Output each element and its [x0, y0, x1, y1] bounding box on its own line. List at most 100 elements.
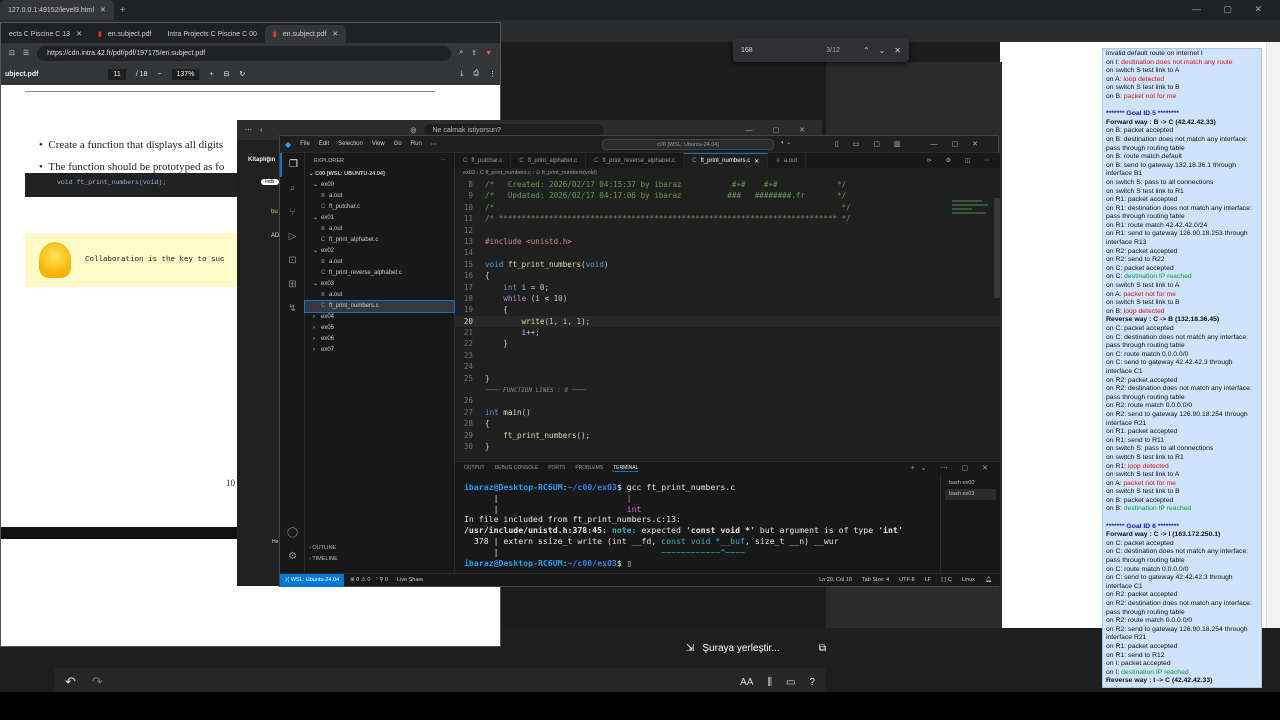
window-controls[interactable]: — ▢ ✕: [746, 126, 814, 134]
tree-folder[interactable]: › ex05: [305, 323, 454, 334]
close-icon[interactable]: ✕: [76, 30, 82, 38]
undo-icon[interactable]: ↶: [65, 674, 76, 690]
editor-tab[interactable]: Cft_print_reverse_alphabet.c: [586, 153, 685, 168]
new-tab-icon[interactable]: +: [120, 5, 126, 16]
outline-section[interactable]: › OUTLINE: [305, 543, 455, 554]
zoom-icon[interactable]: ⌕: [459, 49, 463, 57]
copy-icon[interactable]: ⧉: [819, 643, 826, 654]
editor-tab[interactable]: ≡ a.out: [768, 153, 807, 168]
editor-tab[interactable]: Cft_putchar.c: [455, 153, 512, 168]
url-field[interactable]: https://cdn.intra.42.fr/pdf/pdf/197175/e…: [37, 45, 452, 61]
encoding[interactable]: UTF-8: [899, 577, 915, 583]
tab-size[interactable]: Tab Size: 4: [862, 577, 889, 583]
tab-level9[interactable]: 127.0.0.1:49152/level9.html ✕: [0, 0, 114, 20]
share-icon[interactable]: ⇪: [471, 49, 477, 57]
tab-intra-projects[interactable]: Intra Projects C Piscine C 00: [159, 25, 264, 43]
zoom-level[interactable]: 137%: [171, 68, 200, 80]
language-mode[interactable]: { } C: [941, 577, 952, 583]
gear-icon[interactable]: ⚙: [280, 545, 305, 569]
remote-indicator[interactable]: ⟩⟨ WSL: Ubuntu-24.04: [280, 573, 345, 587]
close-icon[interactable]: ✕: [100, 6, 106, 14]
tab-ports[interactable]: PORTS: [548, 465, 565, 471]
zoom-in-icon[interactable]: +: [209, 71, 213, 78]
extensions-icon[interactable]: ⊞: [280, 273, 305, 297]
menu-icon[interactable]: ⋯: [245, 126, 252, 134]
find-query[interactable]: 168: [741, 47, 753, 54]
tree-file[interactable]: ≡ a.out: [305, 224, 454, 235]
menu-file[interactable]: File: [300, 141, 310, 147]
search-icon[interactable]: ⌕: [280, 177, 305, 201]
close-icon[interactable]: ✕: [332, 30, 338, 38]
terminal-item[interactable]: bash ex03: [945, 489, 996, 500]
tab-problems[interactable]: PROBLEMS: [575, 465, 603, 471]
explorer-icon[interactable]: ❐: [280, 153, 305, 177]
timeline-section[interactable]: › TIMELINE: [305, 554, 455, 565]
breadcrumb[interactable]: ex03 › C ft_print_numbers.c › ⊙ ft_print…: [455, 168, 1000, 179]
tree-file[interactable]: ≡ a.out: [305, 191, 454, 202]
editor-actions[interactable]: ⊳ ⚙ ◫ ⋯: [927, 153, 1000, 168]
ports-count[interactable]: ⚲ 0: [379, 577, 388, 583]
tab-terminal[interactable]: TERMINAL: [613, 465, 639, 472]
subtitles-icon[interactable]: ▭: [786, 677, 795, 688]
tab-debug-console[interactable]: DEBUG CONSOLE: [495, 465, 539, 471]
tree-file[interactable]: Cft_putchar.c: [305, 202, 454, 213]
bookmark-icon[interactable]: ⊡: [9, 49, 15, 57]
window-controls[interactable]: ▯▭▢▥ —▢✕: [835, 140, 992, 148]
zoom-out-icon[interactable]: −: [157, 71, 161, 78]
live-share-icon[interactable]: ↯: [280, 297, 305, 321]
panel-actions[interactable]: +⌄ ⋯ ▢ ✕: [911, 464, 994, 472]
tune-icon[interactable]: ☰: [23, 49, 29, 57]
page-input[interactable]: 11: [108, 68, 126, 80]
tree-folder[interactable]: › ex07: [305, 345, 454, 356]
download-chip[interactable]: Indir: [261, 179, 279, 185]
command-center[interactable]: c00 [WSL: Ubuntu-24.04]: [602, 139, 774, 150]
download-icon[interactable]: ⤓: [460, 70, 463, 78]
copilot-icon[interactable]: ◐ ⌄: [781, 139, 791, 146]
tab-output[interactable]: OUTPUT: [464, 465, 485, 471]
close-icon[interactable]: ✕: [894, 46, 901, 55]
more-icon[interactable]: ⋮: [489, 70, 496, 78]
menu-view[interactable]: View: [372, 141, 385, 147]
print-icon[interactable]: ⎙: [473, 70, 479, 78]
eol[interactable]: LF: [925, 577, 931, 583]
rotate-icon[interactable]: ↻: [239, 70, 245, 78]
back-icon[interactable]: ‹: [260, 127, 262, 134]
code-view[interactable]: 8 /* Created: 2026/02/17 04:15:37 by ibar…: [455, 179, 1000, 452]
tree-file[interactable]: ≡ a.out: [305, 290, 454, 301]
tree-folder[interactable]: › ex06: [305, 334, 454, 345]
cursor-position[interactable]: Ln 20, Col 18: [819, 577, 852, 583]
tab-piscine-13[interactable]: ects C Piscine C 13 ✕: [1, 25, 90, 43]
chevron-down-icon[interactable]: ⌄: [879, 46, 886, 55]
tree-folder[interactable]: ⌄ ex02: [305, 246, 454, 257]
remote-explorer-icon[interactable]: ⊡: [280, 249, 305, 273]
right-scrollbar[interactable]: [1266, 42, 1280, 690]
chevron-up-icon[interactable]: ⌃: [863, 46, 870, 55]
live-share-button[interactable]: Live Share: [397, 577, 423, 583]
workspace-root[interactable]: ⌄ C00 [WSL: UBUNTU-24.04]: [305, 169, 454, 180]
editor-tab[interactable]: Cft_print_alphabet.c: [511, 153, 587, 168]
paste-button[interactable]: ⇲ Şuraya yerleştir... ⧉: [686, 637, 826, 659]
redo-icon[interactable]: ↷: [92, 674, 103, 690]
tree-file[interactable]: Cft_print_reverse_alphabet.c: [305, 268, 454, 279]
menu-edit[interactable]: Edit: [319, 141, 329, 147]
more-icon[interactable]: ⋯: [441, 153, 447, 169]
tree-file[interactable]: Cft_print_numbers.c: [304, 300, 455, 313]
text-size-button[interactable]: AA: [740, 677, 753, 688]
window-controls[interactable]: — ▢ ✕: [1192, 4, 1272, 15]
menu-selection[interactable]: Selection: [338, 141, 363, 147]
editor-scrollbar[interactable]: [994, 198, 1000, 298]
tab-subject-2[interactable]: ▮ en.subject.pdf ✕: [264, 25, 347, 43]
tab-subject-1[interactable]: ▮ en.subject.pdf: [90, 25, 159, 43]
tree-folder[interactable]: ⌄ ex00: [305, 180, 454, 191]
menu-run[interactable]: Run: [411, 141, 422, 147]
tree-folder[interactable]: ⌄ ex03: [305, 279, 454, 290]
tree-file[interactable]: ≡ a.out: [305, 257, 454, 268]
close-icon[interactable]: ✕: [754, 158, 759, 165]
menu-go[interactable]: Go: [394, 141, 402, 147]
fit-icon[interactable]: ⊟: [224, 70, 230, 78]
bell-icon[interactable]: 🔔︎: [985, 577, 992, 583]
more-icon[interactable]: ⋯: [431, 141, 437, 148]
extension-icon[interactable]: ▼: [485, 50, 492, 57]
tree-file[interactable]: Cft_print_alphabet.c: [305, 235, 454, 246]
minimap[interactable]: [952, 198, 992, 228]
